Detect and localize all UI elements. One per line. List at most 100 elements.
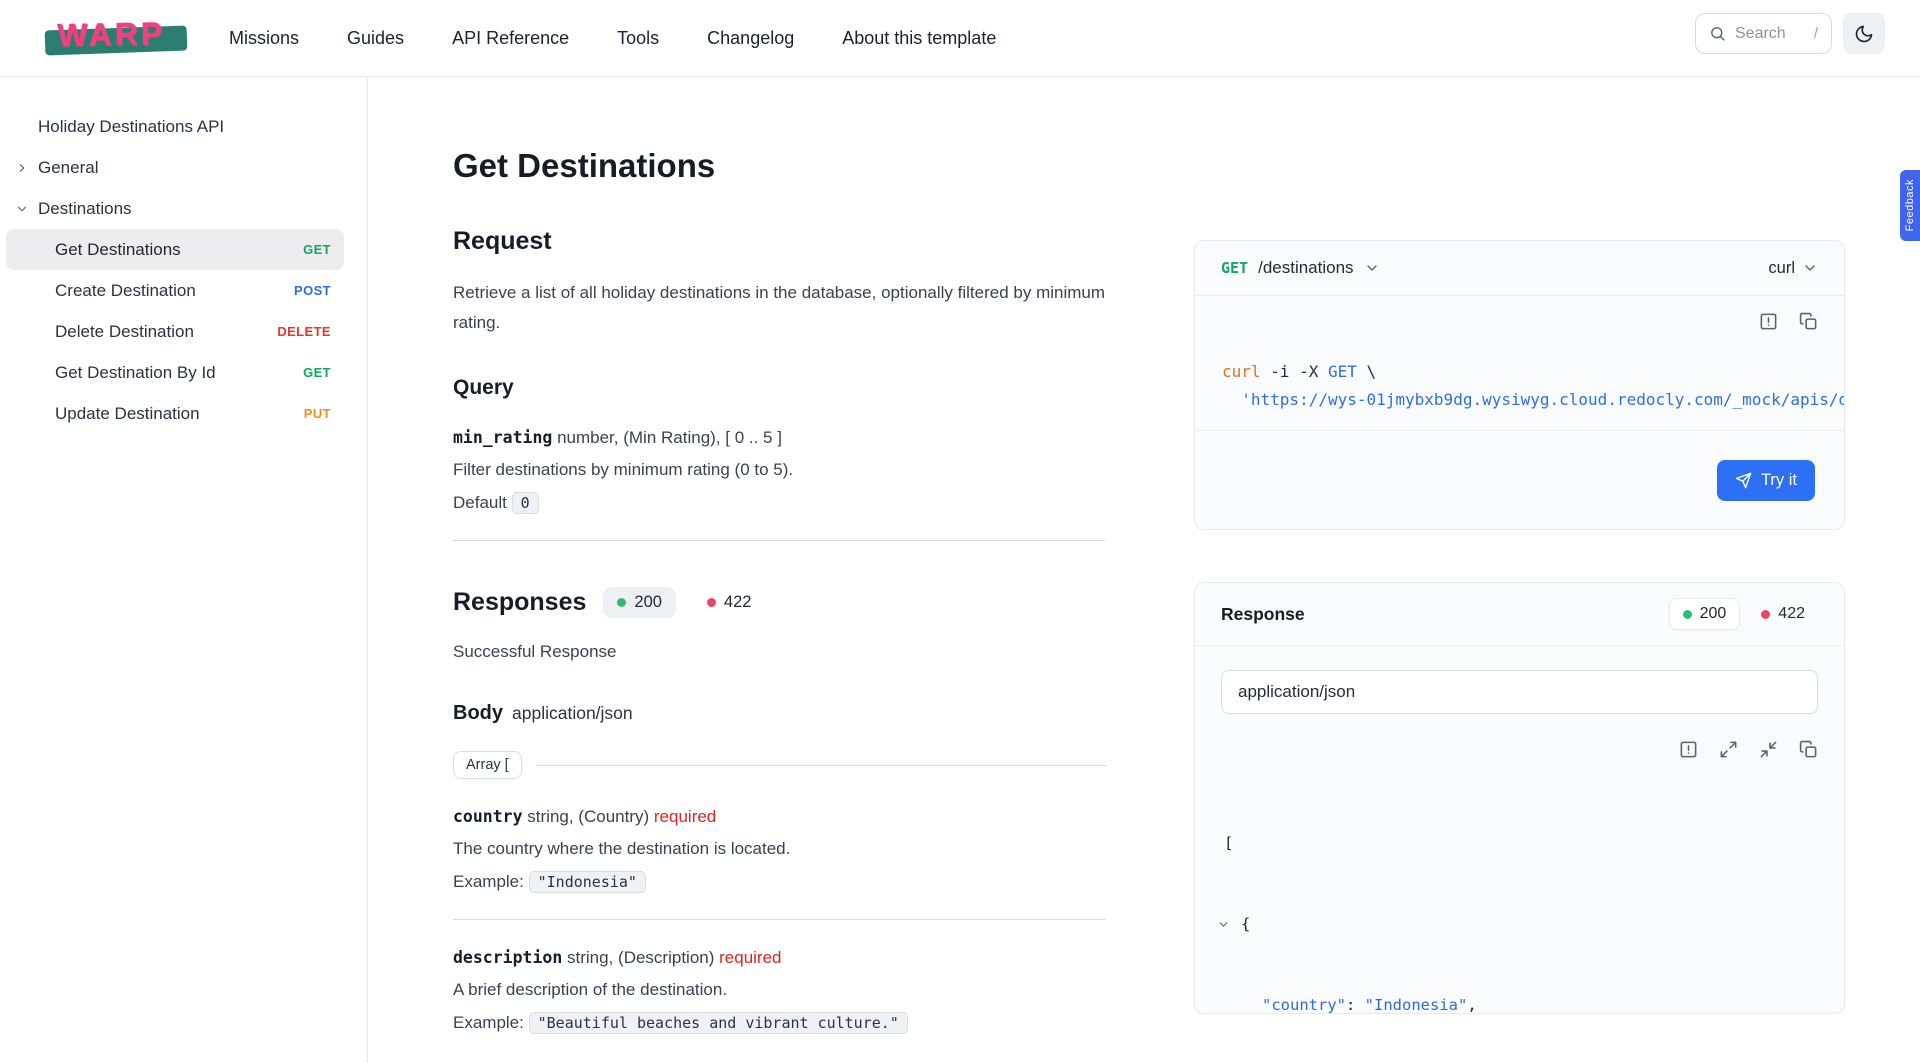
collapse-button[interactable]	[1759, 740, 1778, 760]
json-object-open: {	[1221, 911, 1818, 938]
endpoint-method: GET	[1221, 259, 1248, 277]
method-badge: GET	[303, 242, 331, 257]
code-cmd: curl	[1222, 362, 1261, 381]
nav-about-this-template[interactable]: About this template	[842, 28, 996, 49]
nav-guides[interactable]: Guides	[347, 28, 404, 49]
endpoint-selector[interactable]: GET /destinations	[1221, 258, 1380, 278]
field-name: description	[453, 948, 562, 967]
sidebar-group-general[interactable]: General	[0, 147, 367, 188]
chevron-down-icon	[15, 202, 29, 216]
feedback-ribbon-label: Feedback	[1904, 179, 1916, 231]
language-label: curl	[1768, 259, 1795, 278]
status-dot-green	[1683, 610, 1692, 619]
chevron-down-icon	[1364, 260, 1380, 276]
header-actions: Search /	[1695, 13, 1885, 54]
array-toggle-chip[interactable]: Array [	[453, 751, 522, 779]
example-label: Example:	[453, 1013, 524, 1032]
search-placeholder: Search	[1735, 25, 1805, 43]
nav-missions[interactable]: Missions	[229, 28, 299, 49]
response-toolbar	[1221, 740, 1818, 760]
example-label: Example:	[453, 872, 524, 891]
copy-response-button[interactable]	[1799, 740, 1818, 760]
example-chip: "Indonesia"	[529, 871, 646, 893]
language-selector[interactable]: curl	[1768, 259, 1818, 278]
report-issue-button[interactable]	[1759, 312, 1778, 332]
copy-code-button[interactable]	[1799, 312, 1818, 332]
param-description: Filter destinations by minimum rating (0…	[453, 460, 1106, 480]
body-label: Body	[453, 702, 503, 725]
sidebar-item-delete-destination[interactable]: Delete Destination DELETE	[6, 311, 344, 352]
sidebar-item-label: Delete Destination	[55, 322, 194, 342]
response-code-200-tab[interactable]: 200	[603, 587, 676, 618]
field-name: country	[453, 807, 523, 826]
moon-icon	[1854, 24, 1874, 44]
response-422-tab[interactable]: 422	[1748, 599, 1818, 629]
main-content: Get Destinations Request Retrieve a list…	[453, 77, 1106, 1063]
top-nav-bar: WARP Missions Guides API Reference Tools…	[0, 0, 1920, 77]
nav-api-reference[interactable]: API Reference	[452, 28, 569, 49]
expand-button[interactable]	[1719, 740, 1738, 760]
sidebar-group-destinations[interactable]: Destinations	[0, 188, 367, 229]
default-label: Default	[453, 493, 507, 512]
responses-heading: Responses	[453, 588, 586, 617]
status-dot-red	[707, 598, 716, 607]
sidebar-item-get-destination-by-id[interactable]: Get Destination By Id GET	[6, 352, 344, 393]
search-shortcut-hint: /	[1814, 25, 1818, 42]
code-method: GET	[1328, 362, 1357, 381]
collapse-node-icon[interactable]	[1217, 918, 1230, 931]
status-code: 422	[724, 593, 752, 612]
curl-code-block: curl -i -X GET \ 'https://wys-01jmybxb9d…	[1222, 358, 1844, 414]
status-code: 422	[1778, 605, 1805, 623]
request-description: Retrieve a list of all holiday destinati…	[453, 278, 1106, 338]
sidebar-item-label: Get Destinations	[55, 240, 181, 260]
report-issue-button[interactable]	[1679, 740, 1698, 760]
code-linebreak: \	[1357, 362, 1376, 381]
alert-square-icon	[1679, 740, 1698, 759]
response-code-tabs: 200 422	[1669, 598, 1818, 630]
nav-tools[interactable]: Tools	[617, 28, 659, 49]
status-code: 200	[634, 593, 662, 612]
json-row-country: "country": "Indonesia",	[1221, 992, 1818, 1014]
sidebar-item-update-destination[interactable]: Update Destination PUT	[6, 393, 344, 434]
main-nav: Missions Guides API Reference Tools Chan…	[229, 28, 996, 49]
sidebar-item-create-destination[interactable]: Create Destination POST	[6, 270, 344, 311]
field-description-prop: description string, (Description) requir…	[453, 948, 1106, 968]
response-code-422-tab[interactable]: 422	[693, 587, 766, 618]
example-chip: "Beautiful beaches and vibrant culture."	[529, 1012, 908, 1034]
response-panel: Response 200 422 application/json	[1194, 582, 1845, 1014]
feedback-ribbon[interactable]: Feedback	[1900, 170, 1920, 241]
code-sample-area: curl -i -X GET \ 'https://wys-01jmybxb9d…	[1195, 296, 1844, 431]
warp-logo[interactable]: WARP	[49, 14, 187, 62]
body-header: Body application/json	[453, 702, 1106, 725]
nav-changelog[interactable]: Changelog	[707, 28, 794, 49]
json-open-bracket: [	[1221, 830, 1818, 857]
sidebar-item-holiday-destinations-api[interactable]: Holiday Destinations API	[0, 106, 367, 147]
chevron-right-icon	[15, 161, 29, 175]
theme-toggle-button[interactable]	[1843, 13, 1885, 54]
default-value-chip: 0	[512, 492, 539, 514]
response-json-viewer: [ { "country": "Indonesia", "description…	[1221, 776, 1818, 1014]
content-type-value: application/json	[1238, 682, 1355, 702]
sidebar: Holiday Destinations API General Destina…	[0, 78, 368, 1063]
chevron-down-icon	[1802, 260, 1818, 276]
try-it-button[interactable]: Try it	[1717, 460, 1815, 501]
sidebar-item-label: Create Destination	[55, 281, 196, 301]
code-toolbar	[1759, 312, 1818, 332]
status-dot-red	[1761, 610, 1770, 619]
responses-header: Responses 200 422	[453, 587, 1106, 618]
response-200-tab[interactable]: 200	[1669, 598, 1741, 630]
search-input[interactable]: Search /	[1695, 13, 1832, 54]
schema-rule	[536, 765, 1106, 766]
param-default: Default 0	[453, 492, 1106, 514]
minimize-icon	[1759, 740, 1778, 759]
status-code: 200	[1700, 605, 1727, 623]
request-sample-panel: GET /destinations curl curl -i -X GET \ …	[1194, 240, 1845, 530]
query-param: min_rating number, (Min Rating), [ 0 .. …	[453, 428, 1106, 448]
field-description: A brief description of the destination.	[453, 980, 1106, 1000]
method-badge: GET	[303, 365, 331, 380]
field-country: country string, (Country) required	[453, 807, 1106, 827]
content-type-select[interactable]: application/json	[1221, 670, 1818, 714]
code-url: 'https://wys-01jmybxb9dg.wysiwyg.cloud.r…	[1222, 390, 1844, 409]
sidebar-item-get-destinations[interactable]: Get Destinations GET	[6, 229, 344, 270]
page-title: Get Destinations	[453, 147, 1106, 185]
